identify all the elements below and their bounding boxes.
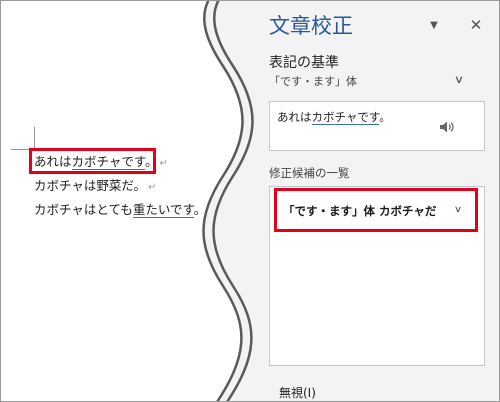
- pane-title: 文章校正: [269, 14, 353, 38]
- line2-text: カボチャは野菜だ。: [34, 178, 147, 193]
- context-preview-box: あれはカボチャです。: [269, 101, 485, 151]
- document-line-2[interactable]: カボチャは野菜だ。 ↵: [34, 177, 156, 197]
- wave-divider: [202, 1, 261, 401]
- close-icon[interactable]: ✕: [465, 14, 487, 36]
- suggestions-heading: 修正候補の一覧: [269, 166, 350, 180]
- pane-options-chevron-icon[interactable]: ▼: [423, 14, 445, 36]
- suggestions-list: 「です・ます」体 カボチャだ ∨: [269, 186, 485, 366]
- selection-highlight-box: [29, 148, 156, 174]
- preview-prefix: あれは: [277, 110, 312, 124]
- margin-corner-mark: [34, 127, 35, 149]
- app-frame: あれはカボチャです。↵ カボチャは野菜だ。↵ カボチャはとても重たいです。↵ 文…: [0, 0, 500, 402]
- writing-style-value: 「です・ます」体: [269, 75, 357, 88]
- preview-flagged-word: カボチャです: [311, 110, 380, 125]
- suggestion-item[interactable]: 「です・ます」体 カボチャだ ∨: [274, 188, 478, 232]
- preview-suffix: 。: [379, 110, 391, 124]
- preview-text: あれはカボチャです。: [277, 109, 391, 125]
- editor-pane: 文章校正 ▼ ✕ 表記の基準 「です・ます」体 ∨ あれはカボチャです。 修正候…: [255, 1, 499, 401]
- chevron-down-icon[interactable]: ∨: [449, 71, 470, 87]
- suggestion-label: 「です・ます」体 カボチャだ: [283, 204, 437, 218]
- section-heading: 表記の基準: [269, 55, 339, 71]
- ignore-button[interactable]: 無視(I): [279, 386, 316, 400]
- line3-prefix: カボチャはとても: [34, 202, 133, 217]
- speaker-icon[interactable]: [438, 119, 456, 135]
- chevron-down-icon[interactable]: ∨: [448, 203, 469, 217]
